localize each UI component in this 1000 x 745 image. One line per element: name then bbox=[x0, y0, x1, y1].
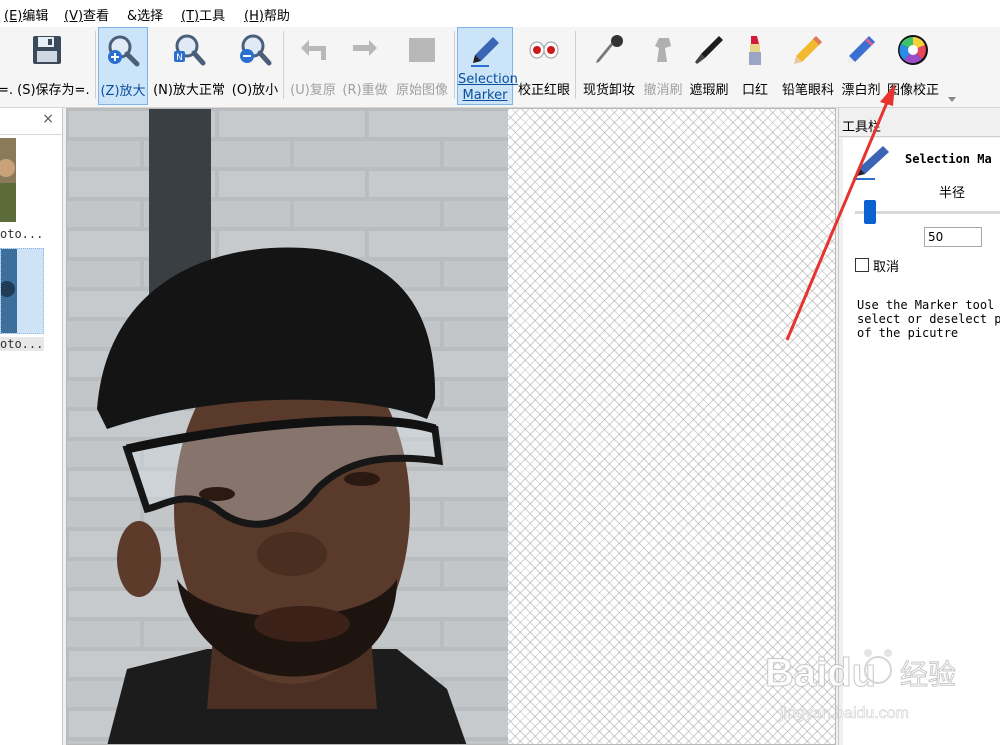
watermark-cn: 经验 bbox=[900, 658, 956, 691]
baidu-watermark: Baidu 经验 jingyan.baidu.com bbox=[765, 649, 957, 722]
watermark-brand: Baidu bbox=[765, 651, 876, 695]
watermark-url: jingyan.baidu.com bbox=[779, 705, 909, 722]
